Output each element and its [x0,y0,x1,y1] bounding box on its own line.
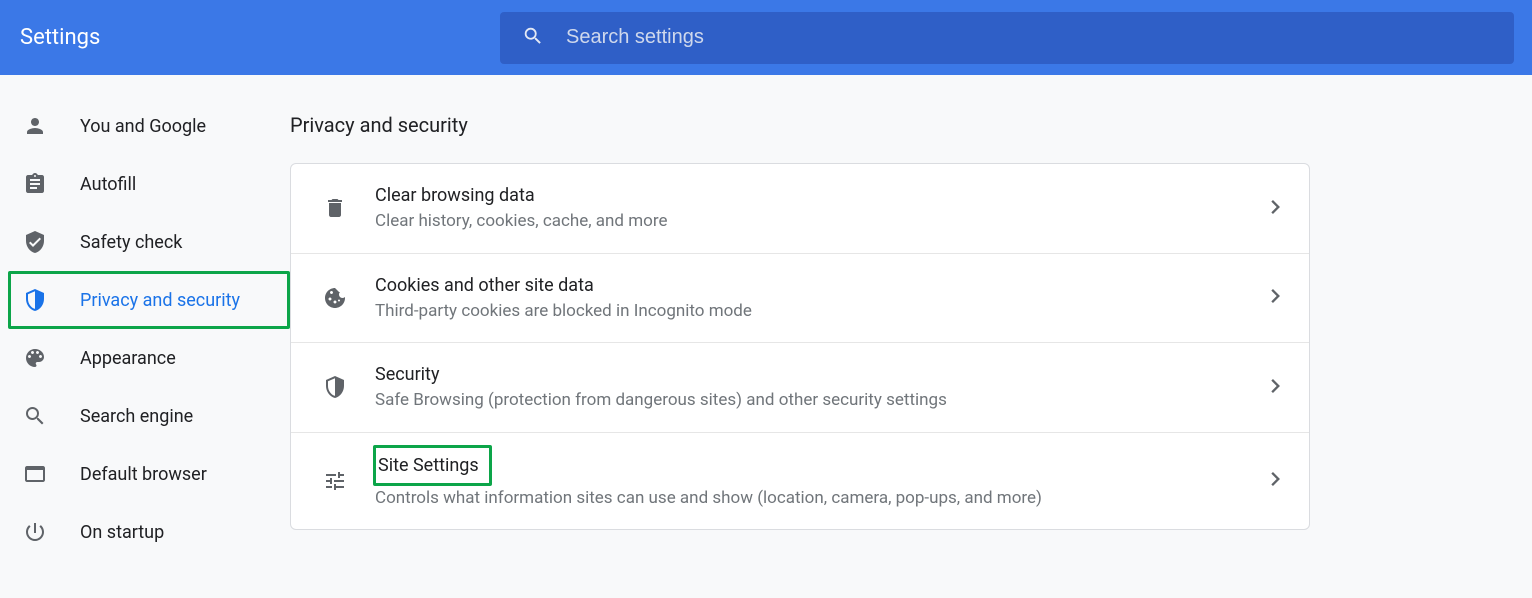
sidebar-item-label: You and Google [80,116,206,137]
search-input[interactable] [566,26,1492,49]
chevron-right-icon [1271,471,1281,490]
browser-icon [22,462,48,486]
section-title: Privacy and security [290,113,1518,137]
sidebar-item-search-engine[interactable]: Search engine [8,387,290,445]
row-cookies[interactable]: Cookies and other site data Third-party … [291,253,1309,343]
row-title: Security [375,361,439,388]
row-text: Security Safe Browsing (protection from … [375,361,1245,414]
sidebar-item-label: Default browser [80,464,207,485]
privacy-card: Clear browsing data Clear history, cooki… [290,163,1310,530]
search-icon [522,25,544,51]
trash-icon [321,196,349,220]
row-title: Site Settings [373,445,492,486]
row-text: Site Settings Controls what information … [375,451,1245,512]
row-title: Clear browsing data [375,182,535,209]
shield-icon [22,288,48,312]
tune-icon [321,469,349,493]
clipboard-icon [22,172,48,196]
row-title: Cookies and other site data [375,272,594,299]
top-header: Settings [0,0,1532,75]
row-text: Cookies and other site data Third-party … [375,272,1245,325]
sidebar-item-safety-check[interactable]: Safety check [8,213,290,271]
row-site-settings[interactable]: Site Settings Controls what information … [291,432,1309,530]
row-text: Clear browsing data Clear history, cooki… [375,182,1245,235]
sidebar-item-label: On startup [80,522,164,543]
shield-check-icon [22,230,48,254]
search-icon [22,404,48,428]
main-content: Privacy and security Clear browsing data… [290,75,1532,561]
sidebar-item-label: Appearance [80,348,176,369]
row-clear-browsing-data[interactable]: Clear browsing data Clear history, cooki… [291,164,1309,253]
search-box[interactable] [500,12,1514,64]
row-subtitle: Third-party cookies are blocked in Incog… [375,299,1245,325]
row-security[interactable]: Security Safe Browsing (protection from … [291,342,1309,432]
cookie-icon [321,286,349,310]
row-subtitle: Controls what information sites can use … [375,486,1245,512]
sidebar: You and Google Autofill Safety check Pri… [0,75,290,561]
palette-icon [22,346,48,370]
chevron-right-icon [1271,199,1281,218]
sidebar-item-you-and-google[interactable]: You and Google [8,97,290,155]
sidebar-item-privacy-and-security[interactable]: Privacy and security [8,271,290,329]
power-icon [22,520,48,544]
sidebar-item-default-browser[interactable]: Default browser [8,445,290,503]
row-subtitle: Clear history, cookies, cache, and more [375,209,1245,235]
search-wrap [500,12,1514,64]
row-subtitle: Safe Browsing (protection from dangerous… [375,388,1245,414]
sidebar-item-label: Search engine [80,406,193,427]
sidebar-item-autofill[interactable]: Autofill [8,155,290,213]
sidebar-item-label: Safety check [80,232,182,253]
chevron-right-icon [1271,288,1281,307]
sidebar-item-appearance[interactable]: Appearance [8,329,290,387]
sidebar-item-on-startup[interactable]: On startup [8,503,290,561]
sidebar-item-label: Autofill [80,174,136,195]
shield-outline-icon [321,375,349,399]
page-title: Settings [20,25,500,50]
person-icon [22,114,48,138]
sidebar-item-label: Privacy and security [80,290,240,311]
chevron-right-icon [1271,378,1281,397]
